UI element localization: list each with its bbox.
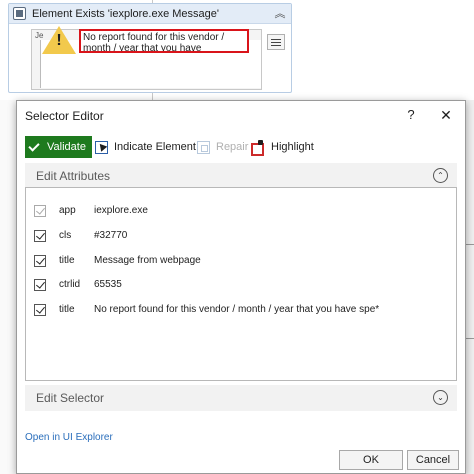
menu-line <box>271 44 281 46</box>
activity-header[interactable]: Element Exists 'iexplore.exe Message' ︽ <box>9 4 291 24</box>
edit-attributes-title: Edit Attributes <box>36 169 111 183</box>
repair-label: Repair <box>216 141 249 153</box>
activity-menu-button[interactable] <box>267 34 285 50</box>
attribute-checkbox[interactable] <box>34 304 46 316</box>
indicate-element-button[interactable]: Indicate Element <box>95 136 196 158</box>
attribute-name: ctrlid <box>59 279 81 290</box>
selector-editor-dialog: Selector Editor ? ✕ Validate Indicate El… <box>16 100 466 474</box>
attribute-name: title <box>59 255 75 266</box>
attribute-value[interactable]: No report found for this vendor / month … <box>94 304 379 315</box>
attribute-name: title <box>59 304 75 315</box>
indicate-cursor-icon <box>95 140 108 154</box>
highlight-icon <box>251 140 265 156</box>
attribute-row: app iexplore.exe <box>34 205 454 219</box>
menu-line <box>271 41 281 43</box>
help-button[interactable]: ? <box>403 105 419 125</box>
close-button[interactable]: ✕ <box>438 105 454 125</box>
edit-selector-title: Edit Selector <box>36 391 105 405</box>
repair-button[interactable]: Repair <box>197 136 248 158</box>
attribute-row: ctrlid 65535 <box>34 279 454 293</box>
attribute-row: title No report found for this vendor / … <box>34 304 454 318</box>
menu-line <box>271 38 281 40</box>
dialog-titlebar: Selector Editor ? ✕ <box>17 101 465 129</box>
repair-icon <box>197 140 210 154</box>
chevron-down-icon[interactable]: ⌄ <box>433 390 448 405</box>
open-in-ui-explorer-link[interactable]: Open in UI Explorer <box>25 432 113 443</box>
canvas-tick <box>466 244 474 245</box>
canvas-tick <box>466 338 474 339</box>
element-exists-activity[interactable]: Element Exists 'iexplore.exe Message' ︽ … <box>8 3 292 93</box>
validate-button[interactable]: Validate <box>25 136 92 158</box>
ok-button[interactable]: OK <box>339 450 403 470</box>
attribute-value[interactable]: Message from webpage <box>94 255 201 266</box>
highlight-button[interactable]: Highlight <box>251 136 314 158</box>
indicate-element-label: Indicate Element <box>114 141 196 153</box>
attribute-checkbox[interactable] <box>34 279 46 291</box>
edit-attributes-header[interactable]: Edit Attributes ⌃ <box>25 163 457 189</box>
attribute-value[interactable]: #32770 <box>94 230 127 241</box>
attribute-name: cls <box>59 230 72 241</box>
checkmark-icon <box>28 139 40 152</box>
selector-toolbar: Validate Indicate Element Repair Highlig… <box>25 136 465 158</box>
chevron-up-icon[interactable]: ⌃ <box>433 168 448 183</box>
validate-label: Validate <box>47 141 86 153</box>
activity-title: Element Exists 'iexplore.exe Message' <box>32 7 220 20</box>
attribute-checkbox[interactable] <box>34 205 46 217</box>
attribute-row: cls #32770 <box>34 230 454 244</box>
collapse-chevron-icon[interactable]: ︽ <box>273 7 287 21</box>
canvas-right-strip <box>466 100 474 474</box>
preview-highlighted-message: No report found for this vendor / month … <box>79 29 249 53</box>
edit-selector-header[interactable]: Edit Selector ⌄ <box>25 385 457 411</box>
dialog-title: Selector Editor <box>25 109 104 123</box>
attribute-name: app <box>59 205 76 216</box>
activity-icon <box>13 7 26 20</box>
attribute-value[interactable]: 65535 <box>94 279 122 290</box>
attributes-list: app iexplore.exe cls #32770 title Messag… <box>25 187 457 381</box>
attribute-value[interactable]: iexplore.exe <box>94 205 148 216</box>
highlight-label: Highlight <box>271 141 314 153</box>
attribute-row: title Message from webpage <box>34 255 454 269</box>
attribute-checkbox[interactable] <box>34 255 46 267</box>
cancel-button[interactable]: Cancel <box>407 450 459 470</box>
canvas-left-strip <box>0 100 16 474</box>
warning-exclamation: ! <box>56 32 62 49</box>
attribute-checkbox[interactable] <box>34 230 46 242</box>
